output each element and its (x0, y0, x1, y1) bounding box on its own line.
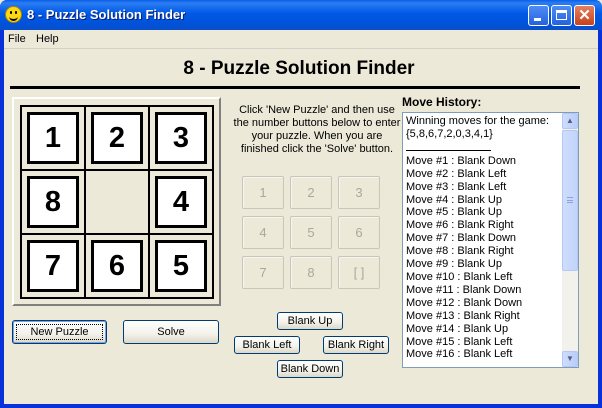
window-title: 8 - Puzzle Solution Finder (27, 7, 186, 22)
puzzle-tile: 6 (91, 240, 143, 292)
history-move-item: Move #2 : Blank Left (406, 167, 507, 180)
history-move-item: Move #3 : Blank Left (406, 180, 507, 193)
new-puzzle-button[interactable]: New Puzzle (12, 320, 107, 344)
history-intro-state: {5,8,6,7,2,0,3,4,1} (406, 127, 493, 140)
history-move-item: Move #10 : Blank Left (406, 270, 513, 283)
history-move-item: Move #7 : Blank Down (406, 232, 517, 245)
history-intro-line: Winning moves for the game: (406, 115, 550, 127)
history-move-item: Move #15 : Blank Left (406, 335, 513, 348)
puzzle-tile: 5 (155, 240, 207, 292)
menu-help[interactable]: Help (36, 33, 59, 45)
puzzle-tile: 1 (27, 112, 79, 164)
move-history-content: Winning moves for the game: {5,8,6,7,2,0… (406, 115, 561, 361)
solve-button[interactable]: Solve (123, 320, 219, 344)
blank-left-button[interactable]: Blank Left (234, 336, 300, 354)
scroll-thumb[interactable] (562, 130, 578, 271)
keypad-number-button[interactable]: 7 (242, 256, 284, 289)
keypad-blank-button[interactable]: [ ] (338, 256, 380, 289)
history-move-item: Move #13 : Blank Right (406, 309, 520, 322)
keypad-number-button[interactable]: 3 (338, 176, 380, 209)
maximize-button[interactable] (551, 5, 572, 26)
puzzle-tile: 8 (27, 176, 79, 228)
history-move-item: Move #9 : Blank Up (406, 258, 502, 271)
blank-right-button[interactable]: Blank Right (323, 336, 389, 354)
app-window: 8 - Puzzle Solution Finder ✕ File Help 8… (0, 0, 602, 408)
keypad-number-button[interactable]: 4 (242, 216, 284, 249)
keypad-number-button[interactable]: 1 (242, 176, 284, 209)
keypad-number-button[interactable]: 2 (290, 176, 332, 209)
board-cell: 5 (150, 235, 214, 299)
history-move-item: Move #14 : Blank Up (406, 322, 509, 335)
blank-down-button[interactable]: Blank Down (277, 360, 343, 378)
board-cell: 2 (86, 107, 150, 171)
page-heading: 8 - Puzzle Solution Finder (183, 58, 415, 79)
puzzle-tile: 7 (27, 240, 79, 292)
minimize-icon (534, 18, 541, 21)
puzzle-tile: 3 (155, 112, 207, 164)
move-history-label: Move History: (402, 95, 482, 109)
client-area: File Help 8 - Puzzle Solution Finder 123… (4, 30, 598, 404)
history-move-item: Move #5 : Blank Up (406, 206, 502, 219)
history-move-item: Move #1 : Blank Down (406, 154, 517, 167)
board-cell: 8 (22, 171, 86, 235)
move-history-listbox[interactable]: Winning moves for the game: {5,8,6,7,2,0… (402, 112, 579, 368)
history-move-item: Move #4 : Blank Up (406, 193, 502, 206)
board-cell: 3 (150, 107, 214, 171)
history-move-item: Move #16 : Blank Left (406, 348, 513, 361)
board-cell: 1 (22, 107, 86, 171)
board-cell: 7 (22, 235, 86, 299)
smiley-icon (5, 6, 22, 23)
grip-icon (567, 197, 573, 203)
minimize-button[interactable] (528, 5, 549, 26)
heading-divider (10, 86, 580, 89)
maximize-icon (556, 10, 567, 20)
keypad-number-button[interactable]: 8 (290, 256, 332, 289)
scroll-down-button[interactable]: ▼ (562, 351, 578, 367)
board-cell (86, 171, 150, 235)
puzzle-board: 123 8 4 765 (12, 97, 221, 306)
history-scrollbar[interactable]: ▲ ▼ (562, 113, 578, 367)
puzzle-grid: 123 8 4 765 (20, 105, 214, 299)
close-icon: ✕ (578, 7, 591, 24)
history-move-item: Move #12 : Blank Down (406, 296, 523, 309)
keypad-number-button[interactable]: 5 (290, 216, 332, 249)
history-move-item: Move #6 : Blank Right (406, 219, 514, 232)
menu-file[interactable]: File (8, 33, 26, 45)
board-cell: 4 (150, 171, 214, 235)
instructions-text: Click 'New Puzzle' and then use the numb… (233, 104, 401, 155)
scroll-up-button[interactable]: ▲ (562, 113, 578, 129)
close-button[interactable]: ✕ (574, 5, 595, 26)
board-cell: 6 (86, 235, 150, 299)
history-separator (406, 141, 491, 151)
puzzle-tile: 2 (91, 112, 143, 164)
history-move-item: Move #8 : Blank Right (406, 245, 514, 258)
blank-up-button[interactable]: Blank Up (277, 312, 343, 330)
title-bar[interactable]: 8 - Puzzle Solution Finder ✕ (0, 0, 602, 30)
menu-bar: File Help (4, 30, 598, 49)
history-move-item: Move #11 : Blank Down (406, 283, 522, 296)
keypad-number-button[interactable]: 6 (338, 216, 380, 249)
puzzle-tile: 4 (155, 176, 207, 228)
